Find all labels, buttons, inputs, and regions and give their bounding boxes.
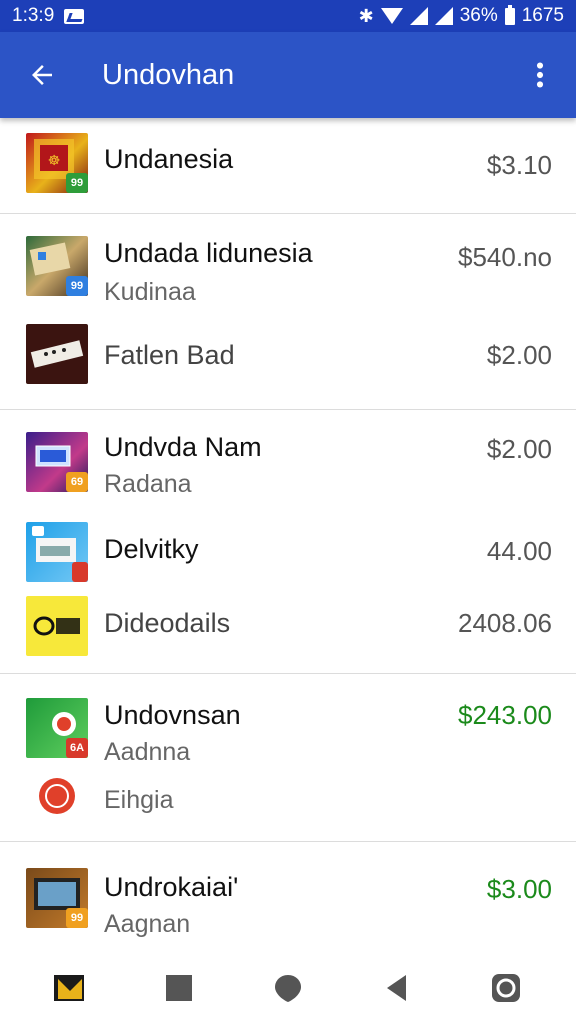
red-circle-thumb xyxy=(26,766,88,826)
camera-icon xyxy=(491,974,520,1002)
purchase-list: ☸ 99 Undanesia $3.10 99 Undada lidunesia… xyxy=(0,118,576,954)
back-button[interactable] xyxy=(0,32,84,118)
red-gold-game-thumb: ☸ 99 xyxy=(26,133,88,193)
notification-icon xyxy=(64,8,85,24)
board-game-thumb: 99 xyxy=(26,236,88,296)
item-price: $3.00 xyxy=(486,874,552,904)
item-price: $2.00 xyxy=(486,340,552,370)
item-subtitle: Kudinaa xyxy=(104,278,196,306)
list-group: 69 Undvda Nam Radana $2.00 Delvitky 44.0… xyxy=(0,410,576,674)
badge: 69 xyxy=(66,472,88,492)
square-icon xyxy=(166,975,193,1001)
battery-icon xyxy=(504,4,515,25)
list-item[interactable]: 6A Undovnsan Aadnna $243.00 xyxy=(0,674,576,766)
green-red-thumb: 6A xyxy=(26,698,88,758)
item-title: Undovnsan xyxy=(104,700,241,730)
list-item[interactable]: 69 Undvda Nam Radana $2.00 xyxy=(0,410,576,502)
item-title: Undvda Nam xyxy=(104,432,262,462)
item-title: Undada lidunesia xyxy=(104,238,313,268)
badge: 99 xyxy=(66,173,88,193)
list-item[interactable]: 99 Undada lidunesia Kudinaa $540.no xyxy=(0,214,576,324)
item-price: 44.00 xyxy=(486,536,552,566)
list-item[interactable]: Fatlen Bad $2.00 xyxy=(0,324,576,410)
status-clock-right: 1675 xyxy=(521,5,564,26)
app-bar: Undovhan xyxy=(0,32,576,118)
app-shortcut-button[interactable] xyxy=(48,966,92,1010)
battery-percent: 36% xyxy=(459,5,498,26)
yellow-logo-thumb xyxy=(26,596,88,656)
signal-icon xyxy=(409,7,428,25)
app-shortcut-icon xyxy=(54,975,85,1001)
item-price: $243.00 xyxy=(458,700,552,730)
list-item[interactable]: ☸ 99 Undanesia $3.10 xyxy=(0,118,576,214)
badge: 99 xyxy=(66,276,88,296)
back-triangle-icon xyxy=(386,975,406,1001)
wifi-icon xyxy=(380,8,403,24)
list-group: 99 Undada lidunesia Kudinaa $540.no Fatl… xyxy=(0,214,576,410)
item-price: 2408.06 xyxy=(458,608,552,638)
tv-thumb: 99 xyxy=(26,868,88,928)
badge: 6A xyxy=(66,738,88,758)
bluetooth-icon: ✱ xyxy=(358,5,374,26)
item-subtitle: Aagnan xyxy=(104,910,191,938)
list-item[interactable]: Delvitky 44.00 xyxy=(0,502,576,586)
signal-icon-2 xyxy=(434,7,453,25)
navigation-bar xyxy=(0,952,576,1024)
arcade-thumb: 69 xyxy=(26,432,88,492)
item-title: Delvitky xyxy=(104,534,199,564)
home-button[interactable] xyxy=(266,966,310,1010)
domino-thumb xyxy=(26,324,88,384)
svg-text:☸: ☸ xyxy=(48,153,61,169)
list-item[interactable]: Eihgia xyxy=(0,762,576,842)
badge xyxy=(72,562,88,582)
blue-card-thumb xyxy=(26,522,88,582)
item-title: Dideodails xyxy=(104,608,231,638)
back-arrow-icon xyxy=(32,65,52,85)
list-item[interactable]: Dideodails 2408.06 xyxy=(0,586,576,674)
item-price: $2.00 xyxy=(486,434,552,464)
status-bar: 1:3:9 ✱ 36% 1675 xyxy=(0,0,576,32)
list-group: 6A Undovnsan Aadnna $243.00 Eihgia xyxy=(0,674,576,842)
list-group: ☸ 99 Undanesia $3.10 xyxy=(0,118,576,214)
item-price: $3.10 xyxy=(486,150,552,180)
circle-icon xyxy=(274,975,301,1002)
page-title: Undovhan xyxy=(102,58,235,91)
back-nav-button[interactable] xyxy=(375,966,419,1010)
item-title: Fatlen Bad xyxy=(104,340,235,370)
item-title: Undrokaiai' xyxy=(104,872,239,902)
list-group: 99 Undrokaiai' Aagnan $3.00 xyxy=(0,842,576,954)
recents-button[interactable] xyxy=(157,966,201,1010)
item-subtitle: Eihgia xyxy=(104,786,174,814)
camera-button[interactable] xyxy=(484,966,528,1010)
item-subtitle: Radana xyxy=(104,470,192,498)
status-time: 1:3:9 xyxy=(12,5,55,26)
list-item[interactable]: 99 Undrokaiai' Aagnan $3.00 xyxy=(0,842,576,954)
item-title: Undanesia xyxy=(104,144,234,174)
item-price: $540.no xyxy=(458,242,552,272)
more-vert-icon xyxy=(536,62,544,88)
badge: 99 xyxy=(66,908,88,928)
more-options-button[interactable] xyxy=(504,32,576,118)
